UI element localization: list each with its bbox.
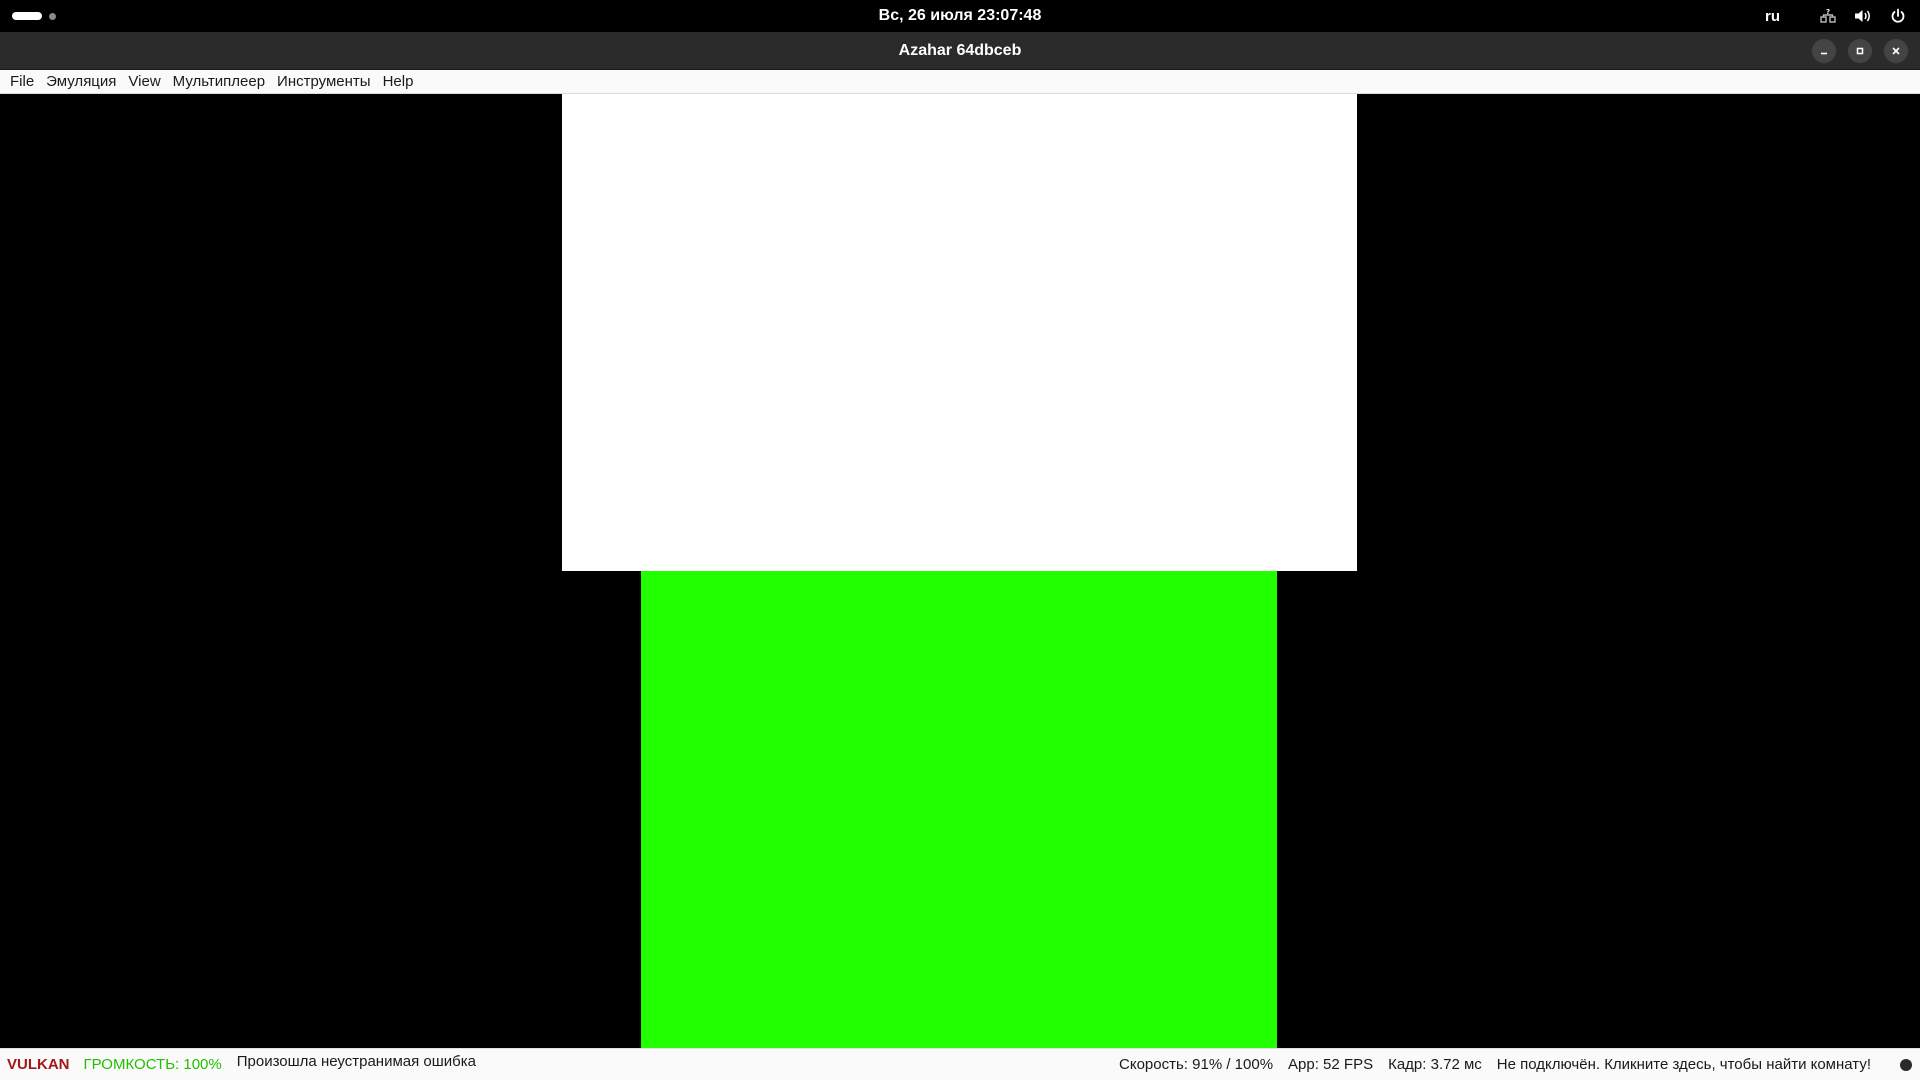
svg-text:?: ? xyxy=(1826,8,1830,16)
workspace-active-pill xyxy=(12,12,42,20)
bottom-screen[interactable] xyxy=(641,571,1277,1048)
keyboard-layout-indicator[interactable]: ru xyxy=(1765,8,1780,25)
maximize-icon xyxy=(1856,47,1864,55)
menu-tools[interactable]: Инструменты xyxy=(271,70,377,94)
app-fps: App: 52 FPS xyxy=(1288,1056,1374,1073)
menu-multiplayer[interactable]: Мультиплеер xyxy=(167,70,271,94)
top-screen[interactable] xyxy=(562,94,1357,571)
activities-indicator[interactable] xyxy=(12,10,56,22)
workspace-dot xyxy=(49,12,56,20)
status-message: Произошла неустранимая ошибка xyxy=(236,1053,476,1070)
network-status-icon[interactable] xyxy=(1900,1058,1912,1071)
system-top-bar: Вс, 26 июля 23:07:48 ru ? xyxy=(0,0,1920,32)
status-bar: VULKAN ГРОМКОСТЬ: 100% Произошла неустра… xyxy=(0,1048,1920,1080)
menu-bar: File Эмуляция View Мультиплеер Инструмен… xyxy=(0,70,1920,94)
menu-emulation[interactable]: Эмуляция xyxy=(40,70,122,94)
window-title: Azahar 64dbceb xyxy=(898,42,1022,59)
window-header-bar[interactable]: Azahar 64dbceb xyxy=(0,32,1920,70)
volume-label[interactable]: ГРОМКОСТЬ: 100% xyxy=(84,1056,222,1073)
system-tray[interactable]: ru ? xyxy=(1765,0,1906,32)
network-status-link[interactable]: Не подключён. Кликните здесь, чтобы найт… xyxy=(1497,1056,1871,1073)
minimize-button[interactable] xyxy=(1812,39,1836,63)
menu-help[interactable]: Help xyxy=(377,70,420,94)
close-icon xyxy=(1892,47,1900,55)
network-question-icon: ? xyxy=(1820,8,1836,24)
menu-view[interactable]: View xyxy=(122,70,166,94)
frame-time: Кадр: 3.72 мс xyxy=(1388,1056,1482,1073)
graphics-api-label[interactable]: VULKAN xyxy=(7,1056,70,1073)
render-viewport[interactable] xyxy=(0,94,1920,1048)
maximize-button[interactable] xyxy=(1848,39,1872,63)
minimize-icon xyxy=(1821,52,1827,55)
emulation-speed: Скорость: 91% / 100% xyxy=(1119,1056,1274,1073)
power-icon xyxy=(1890,8,1906,24)
clock[interactable]: Вс, 26 июля 23:07:48 xyxy=(879,7,1042,24)
window-controls xyxy=(1812,39,1908,63)
menu-file[interactable]: File xyxy=(4,70,40,94)
volume-icon xyxy=(1854,8,1872,24)
status-right-group: Скорость: 91% / 100% App: 52 FPS Кадр: 3… xyxy=(1119,1056,1920,1073)
close-button[interactable] xyxy=(1884,39,1908,63)
